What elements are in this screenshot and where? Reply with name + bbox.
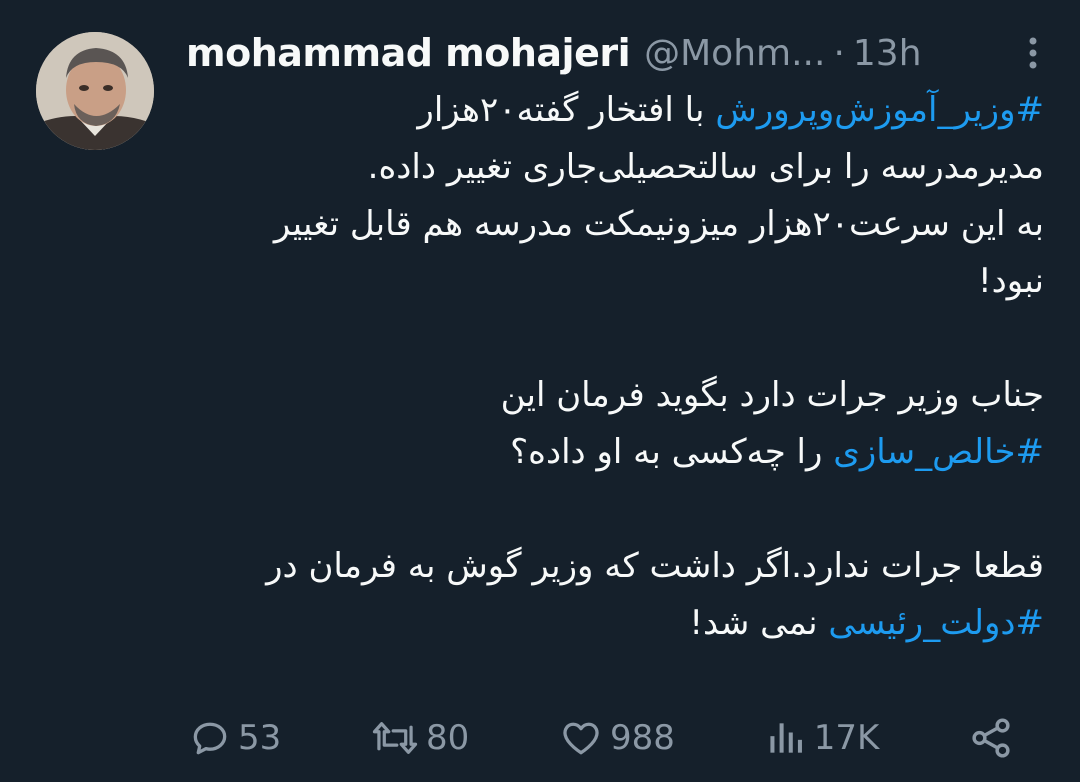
tweet-header: mohammad mohajeri @Mohm... · 13h <box>186 26 1056 80</box>
heart-icon <box>563 722 599 755</box>
author-handle[interactable]: @Mohm... <box>644 33 825 74</box>
tweet-line: نبود! <box>188 253 1044 310</box>
reply-button[interactable]: 53 <box>188 716 281 760</box>
tweet-line: #خالص_سازی را چه‌کسی به او داده؟ <box>188 424 1044 481</box>
reply-count: 53 <box>238 718 282 758</box>
retweet-button[interactable]: 80 <box>370 716 469 760</box>
views-chart-icon <box>770 723 802 753</box>
tweet-line-text: به این سرعت۲۰هزار میزونیمکت مدرسه هم قاب… <box>273 204 1044 244</box>
tweet-line: به این سرعت۲۰هزار میزونیمکت مدرسه هم قاب… <box>188 196 1044 253</box>
tweet-line-text: را چه‌کسی به او داده؟ <box>510 432 834 472</box>
tweet-line-text: نبود! <box>977 261 1044 301</box>
tweet-line-text: نمی شد! <box>689 603 829 643</box>
share-button[interactable] <box>968 715 1014 761</box>
profile-photo <box>36 32 154 150</box>
hashtag-link[interactable]: #وزیر_آموزش‌وپرورش <box>715 90 1044 130</box>
tweet-line: #دولت_رئیسی نمی شد! <box>188 595 1044 652</box>
like-button[interactable]: 988 <box>558 716 675 760</box>
tweet-actions: 53 80 988 17K <box>188 710 1014 766</box>
more-vertical-icon[interactable] <box>1010 26 1056 80</box>
tweet-line: مدیرمدرسه را برای سالتحصیلی‌جاری تغییر د… <box>188 139 1044 196</box>
like-count: 988 <box>610 718 675 758</box>
hashtag-link[interactable]: #دولت_رئیسی <box>828 603 1044 643</box>
views-button[interactable]: 17K <box>764 716 880 760</box>
reply-icon <box>193 722 227 755</box>
retweet-count: 80 <box>426 718 470 758</box>
tweet-time[interactable]: 13h <box>853 33 922 74</box>
hashtag-link[interactable]: #خالص_سازی <box>833 432 1044 472</box>
tweet-line: #وزیر_آموزش‌وپرورش با افتخار گفته۲۰هزار <box>188 82 1044 139</box>
views-count: 17K <box>813 718 880 758</box>
tweet-line: جناب وزیر جرات دارد بگوید فرمان این <box>188 367 1044 424</box>
tweet-line-text: جناب وزیر جرات دارد بگوید فرمان این <box>500 375 1044 415</box>
tweet-text: #وزیر_آموزش‌وپرورش با افتخار گفته۲۰هزار م… <box>188 82 1044 652</box>
separator-dot: · <box>833 32 845 74</box>
tweet-line-text: مدیرمدرسه را برای سالتحصیلی‌جاری تغییر د… <box>367 147 1044 187</box>
avatar[interactable] <box>36 32 154 150</box>
tweet-line-text: قطعا جرات ندارد.اگر داشت که وزیر گوش به … <box>266 546 1044 586</box>
author-name[interactable]: mohammad mohajeri <box>186 31 631 75</box>
tweet-line-text: با افتخار گفته۲۰هزار <box>417 90 716 130</box>
retweet-icon <box>372 722 418 754</box>
tweet-line: قطعا جرات ندارد.اگر داشت که وزیر گوش به … <box>188 538 1044 595</box>
share-icon <box>972 718 1010 758</box>
